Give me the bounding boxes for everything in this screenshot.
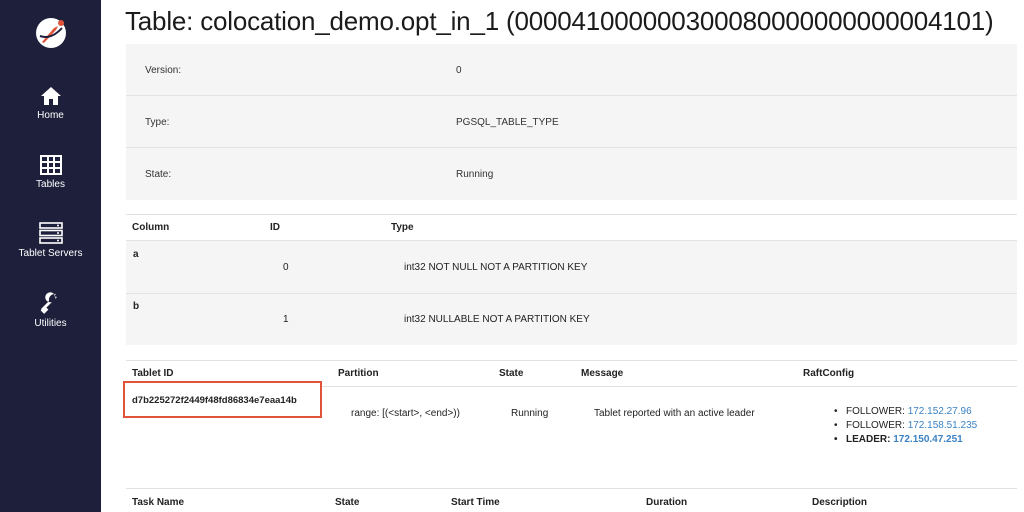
divider: [126, 488, 1017, 489]
raft-peer-leader: LEADER: 172.150.47.251: [832, 433, 977, 447]
wrench-icon: [40, 292, 57, 314]
sidebar: Home Tables Tablet Servers Utilities: [0, 0, 101, 512]
divider: [126, 214, 1017, 215]
info-row-type: Type: PGSQL_TABLE_TYPE: [126, 96, 1017, 148]
column-header: Column: [132, 222, 170, 233]
column-header: ID: [270, 222, 280, 233]
peer-ip-link[interactable]: 172.152.27.96: [908, 406, 972, 417]
info-row-state: State: Running: [126, 148, 1017, 200]
column-header: Partition: [338, 368, 379, 379]
cell-type: int32 NOT NULL NOT A PARTITION KEY: [404, 262, 588, 273]
table-row: a 0 int32 NOT NULL NOT A PARTITION KEY: [126, 241, 1017, 293]
info-value: 0: [456, 65, 462, 76]
column-header: Task Name: [132, 497, 185, 508]
cell-partition: range: [(<start>, <end>)): [351, 408, 460, 419]
raft-role: FOLLOWER:: [846, 420, 905, 431]
raft-role: LEADER:: [846, 434, 891, 445]
info-value: Running: [456, 169, 494, 180]
column-header: RaftConfig: [803, 368, 855, 379]
server-rack-icon: [38, 222, 63, 244]
cell-tablet-id[interactable]: d7b225272f2449f48fd86834e7eaa14b: [132, 395, 297, 406]
rocket-logo-icon[interactable]: [34, 16, 68, 50]
peer-ip-link[interactable]: 172.158.51.235: [908, 420, 978, 431]
table-grid-icon: [39, 155, 62, 175]
cell-column: a: [133, 249, 139, 260]
column-header: State: [499, 368, 524, 379]
page-title: Table: colocation_demo.opt_in_1 (0000410…: [125, 6, 994, 36]
sidebar-item-home[interactable]: Home: [0, 86, 101, 121]
table-row: b 1 int32 NULLABLE NOT A PARTITION KEY: [126, 294, 1017, 345]
column-header: Type: [391, 222, 414, 233]
sidebar-item-label: Utilities: [34, 318, 67, 329]
sidebar-item-utilities[interactable]: Utilities: [0, 292, 101, 329]
column-header: Duration: [646, 497, 688, 508]
sidebar-item-tablet-servers[interactable]: Tablet Servers: [0, 222, 101, 259]
home-icon: [40, 87, 61, 105]
peer-ip-link[interactable]: 172.150.47.251: [893, 434, 963, 445]
info-key: Version:: [145, 65, 182, 76]
cell-type: int32 NULLABLE NOT A PARTITION KEY: [404, 314, 590, 325]
column-header: Description: [812, 497, 868, 508]
raft-peer-follower: FOLLOWER: 172.152.27.96: [832, 405, 977, 419]
raft-role: FOLLOWER:: [846, 406, 905, 417]
info-key: State:: [145, 169, 172, 180]
cell-message: Tablet reported with an active leader: [594, 408, 755, 419]
main-content: Table: colocation_demo.opt_in_1 (0000410…: [101, 0, 1024, 512]
info-key: Type:: [145, 117, 170, 128]
divider: [126, 360, 1017, 361]
column-header: Message: [581, 368, 624, 379]
column-header: Start Time: [451, 497, 500, 508]
sidebar-item-label: Home: [37, 110, 64, 121]
column-header: State: [335, 497, 360, 508]
cell-column: b: [133, 301, 140, 312]
sidebar-item-label: Tablet Servers: [18, 248, 83, 259]
info-row-version: Version: 0: [126, 44, 1017, 96]
cell-state: Running: [511, 408, 549, 419]
cell-id: 1: [283, 314, 289, 325]
sidebar-item-tables[interactable]: Tables: [0, 155, 101, 190]
sidebar-item-label: Tables: [36, 179, 65, 190]
column-header: Tablet ID: [132, 368, 174, 379]
cell-id: 0: [283, 262, 289, 273]
info-value: PGSQL_TABLE_TYPE: [456, 117, 559, 128]
raft-peer-follower: FOLLOWER: 172.158.51.235: [832, 419, 977, 433]
raft-config-list: FOLLOWER: 172.152.27.96 FOLLOWER: 172.15…: [832, 405, 977, 447]
